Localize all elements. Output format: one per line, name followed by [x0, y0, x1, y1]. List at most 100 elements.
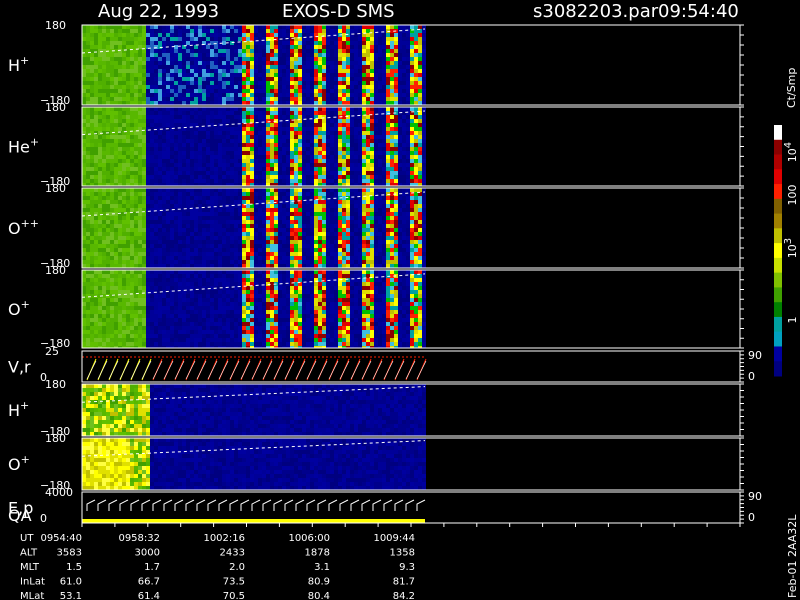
heat-cell	[254, 127, 258, 131]
heat-cell	[126, 147, 130, 151]
heat-cell	[134, 192, 138, 196]
heat-cell	[118, 119, 122, 123]
heat-cell	[126, 159, 130, 163]
heat-cell	[382, 49, 386, 53]
heat-cell	[370, 224, 374, 228]
heat-cell	[306, 135, 310, 139]
heat-cell	[122, 81, 126, 85]
heat-cell	[238, 143, 242, 147]
heat-cell	[102, 49, 106, 53]
heat-cell	[378, 45, 382, 49]
heat-cell	[246, 25, 250, 29]
heat-cell	[282, 131, 286, 135]
heat-cell	[178, 57, 182, 61]
heat-cell	[138, 45, 142, 49]
heat-cell	[418, 175, 422, 179]
heat-cell	[210, 69, 214, 73]
heat-cell	[98, 119, 102, 123]
heat-cell	[138, 240, 142, 244]
heat-cell	[210, 93, 214, 97]
heat-cell	[350, 73, 354, 77]
heat-cell	[194, 167, 198, 171]
heat-cell	[194, 69, 198, 73]
heat-cell	[302, 143, 306, 147]
heat-cell	[118, 81, 122, 85]
heat-cell	[234, 147, 238, 151]
heat-cell	[122, 61, 126, 65]
heat-cell	[346, 107, 350, 111]
heat-cell	[194, 97, 198, 101]
heat-cell	[90, 256, 94, 260]
heat-cell	[318, 123, 322, 127]
heat-cell	[230, 33, 234, 37]
heat-cell	[330, 256, 334, 260]
heat-cell	[270, 188, 274, 192]
heat-cell	[326, 115, 330, 119]
heat-cell	[418, 53, 422, 57]
heat-cell	[226, 179, 230, 183]
heat-cell	[198, 89, 202, 93]
heat-cell	[150, 53, 154, 57]
heat-cell	[266, 131, 270, 135]
heat-cell	[130, 264, 134, 268]
heat-cell	[310, 29, 314, 33]
heat-cell	[210, 216, 214, 220]
heat-cell	[194, 33, 198, 37]
heat-cell	[318, 45, 322, 49]
heat-cell	[98, 147, 102, 151]
heat-cell	[166, 61, 170, 65]
heat-cell	[326, 264, 330, 268]
heat-cell	[146, 73, 150, 77]
heat-cell	[318, 33, 322, 37]
heat-cell	[130, 57, 134, 61]
heat-cell	[306, 151, 310, 155]
heat-cell	[334, 244, 338, 248]
heat-cell	[294, 85, 298, 89]
heat-cell	[326, 57, 330, 61]
heat-cell	[350, 244, 354, 248]
heat-cell	[198, 224, 202, 228]
heat-cell	[154, 171, 158, 175]
heat-cell	[402, 61, 406, 65]
heat-cell	[410, 163, 414, 167]
heat-cell	[290, 131, 294, 135]
heat-cell	[138, 260, 142, 264]
heat-cell	[342, 248, 346, 252]
heat-cell	[114, 53, 118, 57]
heat-cell	[382, 93, 386, 97]
heat-cell	[118, 244, 122, 248]
heat-cell	[94, 240, 98, 244]
heat-cell	[202, 139, 206, 143]
heat-cell	[198, 192, 202, 196]
heat-cell	[286, 228, 290, 232]
heat-cell	[230, 101, 234, 105]
heat-cell	[398, 33, 402, 37]
heat-cell	[102, 115, 106, 119]
heat-cell	[394, 41, 398, 45]
heat-cell	[306, 115, 310, 119]
heat-cell	[250, 29, 254, 33]
heat-cell	[386, 77, 390, 81]
heat-cell	[286, 45, 290, 49]
heat-cell	[158, 85, 162, 89]
heat-cell	[274, 212, 278, 216]
heat-cell	[258, 192, 262, 196]
heat-cell	[290, 155, 294, 159]
heat-cell	[234, 77, 238, 81]
heat-cell	[230, 224, 234, 228]
heat-cell	[290, 212, 294, 216]
heat-cell	[366, 224, 370, 228]
heat-cell	[258, 171, 262, 175]
heat-cell	[290, 73, 294, 77]
heat-cell	[402, 119, 406, 123]
heat-cell	[114, 29, 118, 33]
heat-cell	[326, 224, 330, 228]
heat-cell	[86, 25, 90, 29]
heat-cell	[190, 57, 194, 61]
heat-cell	[230, 85, 234, 89]
heat-cell	[166, 204, 170, 208]
heat-cell	[358, 248, 362, 252]
heat-cell	[130, 256, 134, 260]
heat-cell	[254, 97, 258, 101]
heat-cell	[258, 69, 262, 73]
